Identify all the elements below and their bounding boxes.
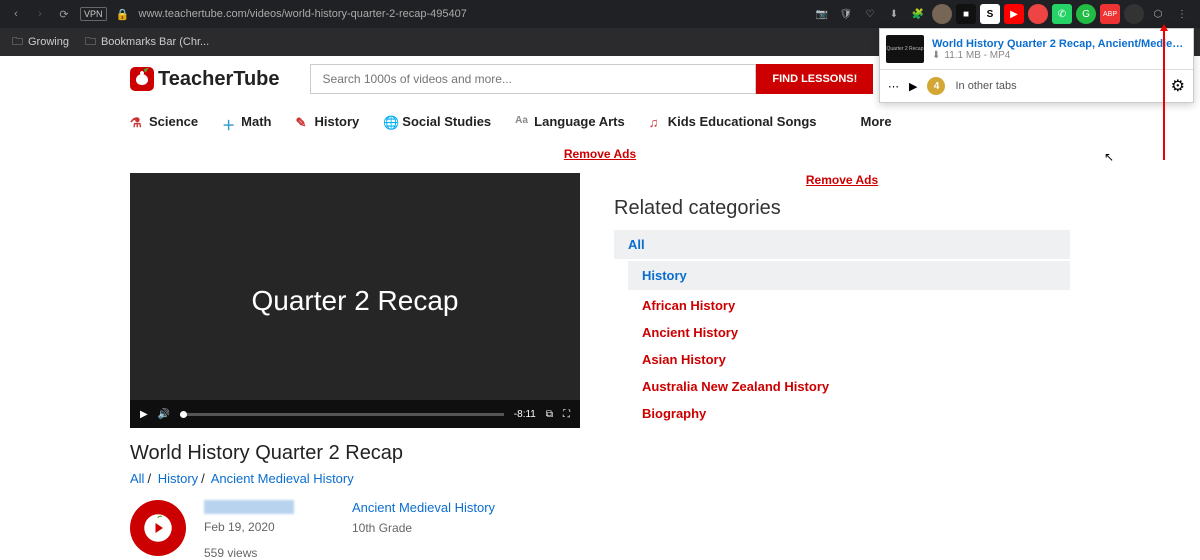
avatar-icon[interactable] <box>932 4 952 24</box>
reload-icon[interactable]: ⟳ <box>56 6 72 22</box>
plus-icon: ＋ <box>222 115 236 129</box>
mouse-cursor: ↖ <box>1104 150 1114 164</box>
download-size: ⬇11.1 MB - MP4 <box>932 50 1187 61</box>
tab-count-badge: 4 <box>927 77 945 95</box>
logo-icon <box>130 67 154 91</box>
video-category-link[interactable]: Ancient Medieval History <box>352 500 495 515</box>
feather-icon: ✎ <box>296 115 310 129</box>
nav-history[interactable]: ✎History <box>296 114 360 129</box>
ext-dl[interactable] <box>1124 4 1144 24</box>
video-meta: Feb 19, 2020 559 views Ancient Medieval … <box>130 500 580 560</box>
play-icon[interactable]: ▶ <box>909 80 917 93</box>
player-title: Quarter 2 Recap <box>252 285 459 317</box>
find-lessons-button[interactable]: FIND LESSONS! <box>756 64 873 94</box>
search-box: FIND LESSONS! <box>310 64 874 94</box>
ext-g[interactable]: G <box>1076 4 1096 24</box>
related-title: Related categories <box>614 197 1070 220</box>
channel-avatar[interactable] <box>130 500 186 556</box>
logo-text: TeacherTube <box>158 68 280 91</box>
cube-icon[interactable]: ⬡ <box>1148 4 1168 24</box>
cat-australia[interactable]: Australia New Zealand History <box>628 373 1070 400</box>
main-nav: ⚗Science ＋Math ✎History 🌐Social Studies … <box>130 108 1070 135</box>
menu-icon[interactable]: ⋮ <box>1172 4 1192 24</box>
url-text[interactable]: www.teachertube.com/videos/world-history… <box>139 8 467 20</box>
breadcrumb: All/ History/ Ancient Medieval History <box>130 471 580 486</box>
back-icon[interactable]: ‹ <box>8 6 24 22</box>
folder-icon: 🗀 <box>85 33 96 52</box>
bookmark-chr[interactable]: 🗀Bookmarks Bar (Chr... <box>85 33 209 52</box>
crumb-history[interactable]: History <box>158 471 198 486</box>
video-player[interactable]: Quarter 2 Recap ▶ 🔊 -8:11 ⧉ ⛶ <box>130 173 580 428</box>
nav-more[interactable]: More <box>861 114 892 129</box>
uploader-col: Feb 19, 2020 559 views <box>204 500 294 560</box>
remove-ads-link-2[interactable]: Remove Ads <box>614 173 1070 187</box>
ext-wa[interactable]: ✆ <box>1052 4 1072 24</box>
globe-icon: 🌐 <box>383 115 397 129</box>
download-row: ⋯ ▶ 4 In other tabs ⚙ <box>880 69 1193 102</box>
music-icon: ♫ <box>649 115 663 129</box>
folder-icon: 🗀 <box>12 33 23 52</box>
cat-biography[interactable]: Biography <box>628 400 1070 427</box>
download-item[interactable]: Quarter 2 Recap World History Quarter 2 … <box>880 29 1193 69</box>
search-input[interactable] <box>310 64 757 94</box>
uploader-name-blurred <box>204 500 294 514</box>
upload-date: Feb 19, 2020 <box>204 520 294 534</box>
annotation-arrow <box>1163 30 1165 160</box>
volume-icon[interactable]: 🔊 <box>158 409 170 420</box>
extensions-row: 📷 🛡 ♡ ⬇ 🧩 ■ S ▶ ✆ G ABP ⬡ ⋮ <box>812 4 1192 24</box>
nav-songs[interactable]: ♫Kids Educational Songs <box>649 114 817 129</box>
remove-ads-link[interactable]: Remove Ads <box>0 147 1200 161</box>
page-content: TeacherTube FIND LESSONS! JOIN FREE! SIG… <box>0 56 1200 560</box>
camera-icon[interactable]: 📷 <box>812 4 832 24</box>
fullscreen-icon[interactable]: ⛶ <box>563 409 570 420</box>
view-count: 559 views <box>204 546 294 560</box>
category-col: Ancient Medieval History 10th Grade <box>352 500 495 560</box>
left-column: Quarter 2 Recap ▶ 🔊 -8:11 ⧉ ⛶ World Hist… <box>130 173 580 560</box>
download-title: World History Quarter 2 Recap, Ancient/M… <box>932 38 1187 50</box>
logo[interactable]: TeacherTube <box>130 67 280 91</box>
puzzle-icon[interactable]: 🧩 <box>908 4 928 24</box>
forward-icon[interactable]: › <box>32 6 48 22</box>
gear-icon[interactable]: ⚙ <box>1171 76 1185 96</box>
crumb-all[interactable]: All <box>130 471 144 486</box>
cat-history[interactable]: History <box>628 261 1070 290</box>
lock-icon: 🔒 <box>115 6 131 22</box>
nav-lang[interactable]: AaLanguage Arts <box>515 114 625 129</box>
progress-bar[interactable] <box>180 413 504 416</box>
flask-icon: ⚗ <box>130 115 144 129</box>
in-other-tabs-label[interactable]: In other tabs <box>955 80 1016 92</box>
shield-icon[interactable]: 🛡 <box>836 4 856 24</box>
download-popup: Quarter 2 Recap World History Quarter 2 … <box>879 28 1194 103</box>
pip-icon[interactable]: ⧉ <box>546 409 553 420</box>
vpn-badge[interactable]: VPN <box>80 7 107 21</box>
content: Quarter 2 Recap ▶ 🔊 -8:11 ⧉ ⛶ World Hist… <box>130 173 1070 560</box>
download-icon[interactable]: ⬇ <box>884 4 904 24</box>
ext-yt[interactable]: ▶ <box>1004 4 1024 24</box>
play-icon[interactable]: ▶ <box>140 409 148 420</box>
nav-math[interactable]: ＋Math <box>222 114 271 129</box>
crumb-ancient[interactable]: Ancient Medieval History <box>211 471 354 486</box>
ext-o[interactable] <box>1028 4 1048 24</box>
browser-address-bar: ‹ › ⟳ VPN 🔒 www.teachertube.com/videos/w… <box>0 0 1200 28</box>
time-remaining: -8:11 <box>514 409 536 420</box>
ext-s[interactable]: S <box>980 4 1000 24</box>
bookmark-growing[interactable]: 🗀Growing <box>12 33 69 52</box>
cat-asian[interactable]: Asian History <box>628 346 1070 373</box>
heart-icon[interactable]: ♡ <box>860 4 880 24</box>
ext-1[interactable]: ■ <box>956 4 976 24</box>
download-thumb: Quarter 2 Recap <box>886 35 924 63</box>
aa-icon: Aa <box>515 115 529 129</box>
video-title: World History Quarter 2 Recap <box>130 442 580 465</box>
player-controls: ▶ 🔊 -8:11 ⧉ ⛶ <box>130 400 580 428</box>
nav-science[interactable]: ⚗Science <box>130 114 198 129</box>
nav-social[interactable]: 🌐Social Studies <box>383 114 491 129</box>
more-icon[interactable]: ⋯ <box>888 80 899 93</box>
download-complete-icon: ⬇ <box>932 50 940 61</box>
cat-african[interactable]: African History <box>628 292 1070 319</box>
ext-abp[interactable]: ABP <box>1100 4 1120 24</box>
cat-all[interactable]: All <box>614 230 1070 259</box>
grade-level: 10th Grade <box>352 521 495 535</box>
right-sidebar: Remove Ads Related categories All Histor… <box>614 173 1070 560</box>
cat-ancient[interactable]: Ancient History <box>628 319 1070 346</box>
